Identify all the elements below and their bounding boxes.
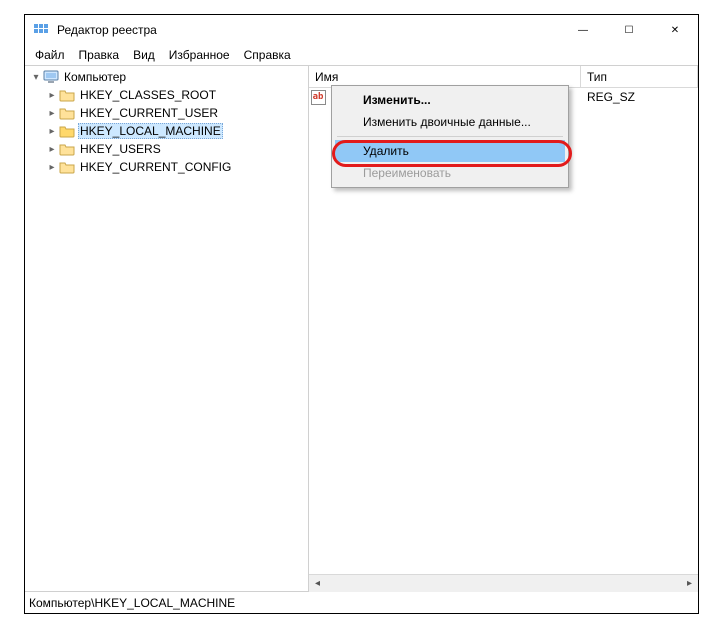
expand-icon[interactable]: ▸ xyxy=(45,160,59,174)
scroll-left-icon[interactable]: ◂ xyxy=(309,575,326,592)
tree-key-2[interactable]: ▸ HKEY_LOCAL_MACHINE xyxy=(29,122,308,140)
ctx-modify-binary[interactable]: Изменить двоичные данные... xyxy=(335,111,565,133)
menubar: Файл Правка Вид Избранное Справка xyxy=(25,45,698,65)
horizontal-scrollbar[interactable]: ◂ ▸ xyxy=(309,574,698,591)
context-menu: Изменить... Изменить двоичные данные... … xyxy=(331,85,569,188)
tree-key-label: HKEY_CURRENT_USER xyxy=(78,106,220,120)
app-icon xyxy=(33,22,49,38)
value-type-cell: REG_SZ xyxy=(581,90,698,104)
folder-icon xyxy=(59,159,75,175)
folder-icon xyxy=(59,123,75,139)
tree-root-label: Компьютер xyxy=(62,70,128,84)
ctx-rename: Переименовать xyxy=(335,162,565,184)
ctx-separator xyxy=(337,136,563,137)
tree-pane[interactable]: ▾ Компьютер ▸ HKEY_CLASSES_ROOT ▸ HKEY_C… xyxy=(25,66,309,591)
tree-key-label: HKEY_CURRENT_CONFIG xyxy=(78,160,233,174)
tree-key-4[interactable]: ▸ HKEY_CURRENT_CONFIG xyxy=(29,158,308,176)
column-type[interactable]: Тип xyxy=(581,66,698,87)
tree-key-0[interactable]: ▸ HKEY_CLASSES_ROOT xyxy=(29,86,308,104)
statusbar-path: Компьютер\HKEY_LOCAL_MACHINE xyxy=(29,596,235,610)
tree-key-label: HKEY_CLASSES_ROOT xyxy=(78,88,218,102)
statusbar: Компьютер\HKEY_LOCAL_MACHINE xyxy=(25,591,698,613)
tree-root[interactable]: ▾ Компьютер xyxy=(29,68,308,86)
expand-icon[interactable]: ▸ xyxy=(45,124,59,138)
tree-key-3[interactable]: ▸ HKEY_USERS xyxy=(29,140,308,158)
ctx-delete[interactable]: Удалить xyxy=(335,140,565,162)
menu-file[interactable]: Файл xyxy=(29,47,71,63)
menu-favorites[interactable]: Избранное xyxy=(163,47,236,63)
tree-key-label-selected: HKEY_LOCAL_MACHINE xyxy=(78,123,223,139)
folder-icon xyxy=(59,87,75,103)
ctx-modify[interactable]: Изменить... xyxy=(335,89,565,111)
menu-view[interactable]: Вид xyxy=(127,47,161,63)
minimize-button[interactable]: — xyxy=(560,15,606,45)
menu-help[interactable]: Справка xyxy=(238,47,297,63)
expand-icon[interactable]: ▸ xyxy=(45,142,59,156)
list-pane: Имя Тип ab REG_SZ Изменить... Изменить д… xyxy=(309,66,698,591)
window-title: Редактор реестра xyxy=(57,23,157,37)
content-area: ▾ Компьютер ▸ HKEY_CLASSES_ROOT ▸ HKEY_C… xyxy=(25,65,698,591)
regedit-window: Редактор реестра — ☐ ✕ Файл Правка Вид И… xyxy=(24,14,699,614)
folder-icon xyxy=(59,141,75,157)
expand-icon[interactable]: ▸ xyxy=(45,88,59,102)
menu-edit[interactable]: Правка xyxy=(73,47,126,63)
expand-icon[interactable]: ▸ xyxy=(45,106,59,120)
tree-key-label: HKEY_USERS xyxy=(78,142,163,156)
scroll-right-icon[interactable]: ▸ xyxy=(681,575,698,592)
scroll-track[interactable] xyxy=(326,575,681,592)
maximize-button[interactable]: ☐ xyxy=(606,15,652,45)
tree-key-1[interactable]: ▸ HKEY_CURRENT_USER xyxy=(29,104,308,122)
list-body[interactable]: ab REG_SZ Изменить... Изменить двоичные … xyxy=(309,88,698,574)
computer-icon xyxy=(43,69,59,85)
column-name[interactable]: Имя xyxy=(309,66,581,87)
string-value-icon: ab xyxy=(309,90,327,105)
collapse-icon[interactable]: ▾ xyxy=(29,70,43,84)
folder-icon xyxy=(59,105,75,121)
close-button[interactable]: ✕ xyxy=(652,15,698,45)
titlebar[interactable]: Редактор реестра — ☐ ✕ xyxy=(25,15,698,45)
